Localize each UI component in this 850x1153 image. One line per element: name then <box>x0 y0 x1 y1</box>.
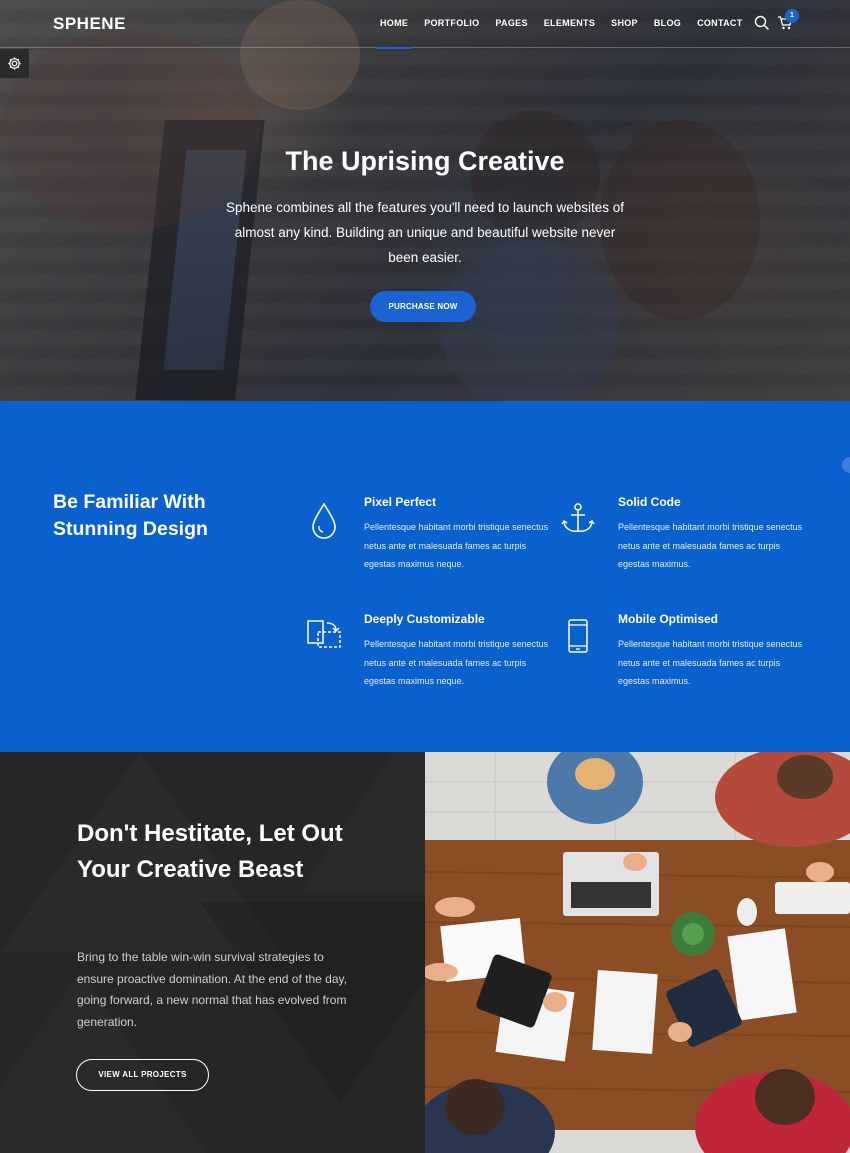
customize-icon <box>307 619 343 657</box>
feature-description: Pellentesque habitant morbi tristique se… <box>364 639 549 686</box>
nav-home[interactable]: HOME <box>372 0 416 49</box>
feature-name: Mobile Optimised <box>618 612 719 626</box>
hero-description: Sphene combines all the features you'll … <box>225 200 625 265</box>
feature-name: Deeply Customizable <box>364 612 485 626</box>
anchor-icon <box>561 502 597 540</box>
cart-count-badge: 1 <box>785 9 799 23</box>
hero-section: SPHENE HOME PORTFOLIO PAGES ELEMENTS SHO… <box>0 0 850 401</box>
nav-portfolio[interactable]: PORTFOLIO <box>416 0 487 48</box>
nav-elements[interactable]: ELEMENTS <box>536 0 603 48</box>
team-photo-illustration <box>425 752 850 1153</box>
nav-pages[interactable]: PAGES <box>487 0 535 48</box>
features-title: Be Familiar With Stunning Design <box>53 491 208 540</box>
promo-title: Don't Hestitate, Let Out Your Creative B… <box>77 820 343 883</box>
feature-description: Pellentesque habitant morbi tristique se… <box>618 522 803 569</box>
hero-title: The Uprising Creative <box>285 146 565 176</box>
gear-icon[interactable] <box>0 49 29 78</box>
top-navbar: SPHENE HOME PORTFOLIO PAGES ELEMENTS SHO… <box>0 0 850 49</box>
mobile-icon <box>561 619 597 657</box>
purchase-now-button[interactable]: PURCHASE NOW <box>370 291 476 322</box>
nav-shop[interactable]: SHOP <box>603 0 646 48</box>
feature-name: Solid Code <box>618 495 681 509</box>
feature-description: Pellentesque habitant morbi tristique se… <box>618 639 803 686</box>
view-all-projects-button[interactable]: VIEW ALL PROJECTS <box>76 1059 209 1091</box>
site-logo[interactable]: SPHENE <box>53 14 126 34</box>
feature-description: Pellentesque habitant morbi tristique se… <box>364 522 549 569</box>
main-nav: HOME PORTFOLIO PAGES ELEMENTS SHOP BLOG … <box>372 0 751 49</box>
feature-name: Pixel Perfect <box>364 495 437 509</box>
search-icon[interactable] <box>754 15 770 31</box>
promo-section: Don't Hestitate, Let Out Your Creative B… <box>0 752 425 1153</box>
nav-blog[interactable]: BLOG <box>646 0 689 48</box>
promo-text: Bring to the table win-win survival stra… <box>77 950 347 1029</box>
nav-contact[interactable]: CONTACT <box>689 0 750 48</box>
team-photo <box>425 752 850 1153</box>
scroll-indicator[interactable] <box>842 457 850 473</box>
drop-icon <box>307 502 343 540</box>
features-section: Be Familiar With Stunning Design Pixel P… <box>0 401 850 752</box>
